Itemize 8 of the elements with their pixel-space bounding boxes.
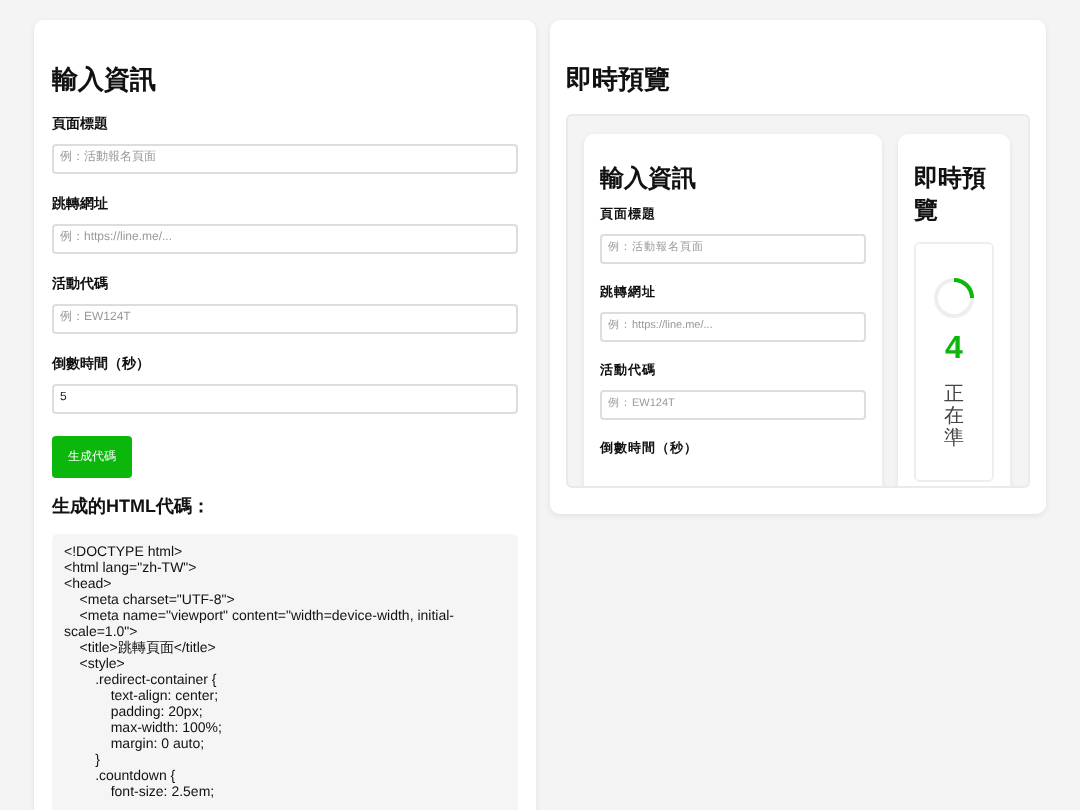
section-title: 輸入資訊 — [52, 62, 158, 98]
section-title: 即時預覽 — [566, 62, 672, 98]
section-title: 即時預覽 — [914, 161, 988, 226]
countdown-number: 4 — [945, 331, 963, 368]
section-title: 生成的HTML代碼： — [52, 493, 212, 518]
redirect-message: 正在準 — [944, 383, 964, 450]
section-title: 輸入資訊 — [600, 161, 698, 194]
loading-spinner-icon — [932, 275, 976, 320]
